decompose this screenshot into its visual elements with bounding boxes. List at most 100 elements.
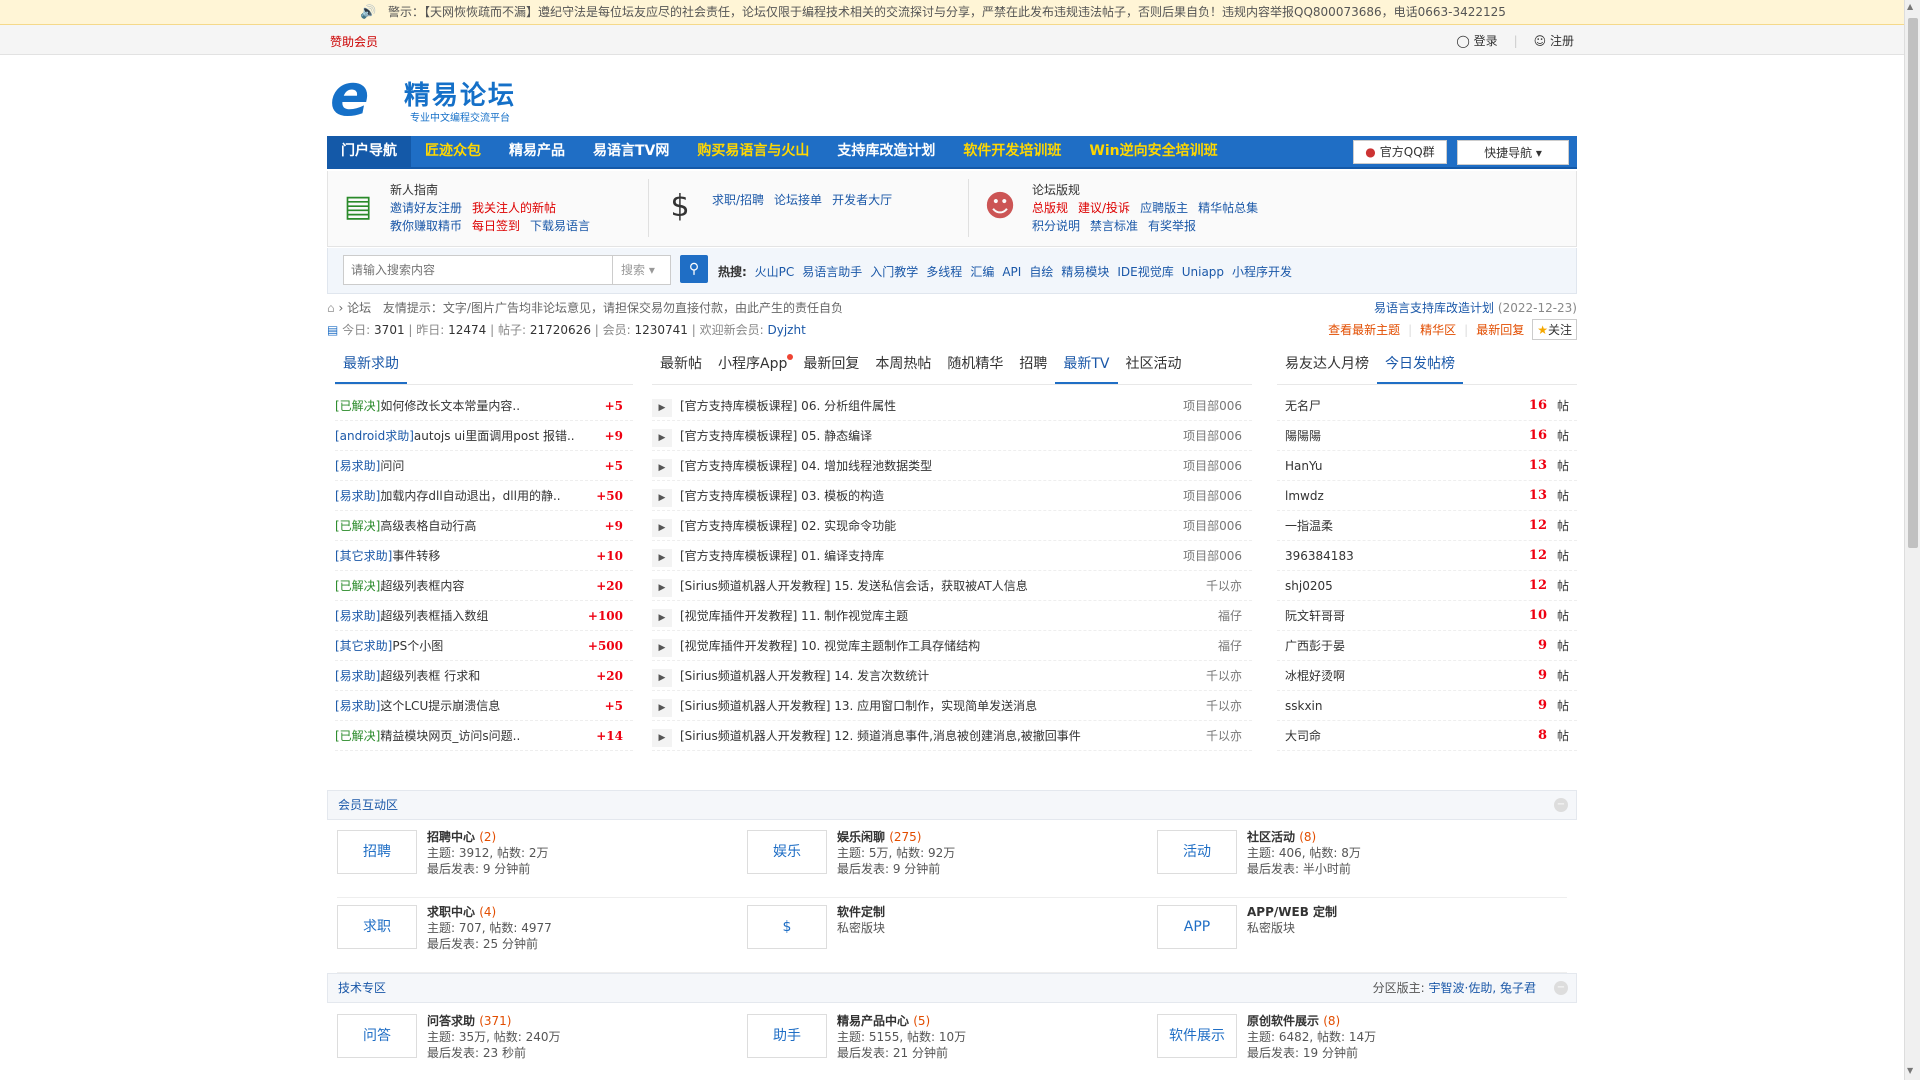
table-row[interactable]: ▶ [官方支持库模板课程] 04. 增加线程池数据类型 项目部006 xyxy=(652,451,1252,481)
user-name[interactable]: sskxin xyxy=(1285,699,1323,713)
thread-title[interactable]: 超级列表框内容 xyxy=(380,579,464,593)
hot-link[interactable]: 自绘 xyxy=(1029,265,1053,279)
thread-tag[interactable]: [其它求助] xyxy=(335,639,392,653)
thread-title[interactable]: [官方支持库模板课程] 06. 分析组件属性 xyxy=(680,399,896,413)
list-item[interactable]: [易求助]问问 +5 xyxy=(335,451,633,481)
forum-icon[interactable]: 软件展示 xyxy=(1157,1014,1237,1058)
thread-title[interactable]: PS个小图 xyxy=(392,639,443,653)
hot-link[interactable]: 多线程 xyxy=(926,265,962,279)
forum-icon[interactable]: 求职 xyxy=(337,905,417,949)
thread-tag[interactable]: [易求助] xyxy=(335,609,380,623)
follow-button[interactable]: ★关注 xyxy=(1532,319,1577,340)
list-item[interactable]: lmwdz 13 帖 xyxy=(1277,481,1577,511)
thread-author[interactable]: 千以亦 xyxy=(1206,721,1242,750)
forum-name[interactable]: 娱乐闲聊 (275) xyxy=(837,828,921,845)
table-row[interactable]: ▶ [Sirius频道机器人开发教程] 13. 应用窗口制作，实现简单发送消息 千以… xyxy=(652,691,1252,721)
thread-title[interactable]: 问问 xyxy=(380,459,404,473)
list-item[interactable]: [已解决]精益模块网页_访问s问题.. +14 xyxy=(335,721,633,751)
follow-posts-link[interactable]: 我关注人的新帖 xyxy=(472,201,556,215)
forum-card[interactable]: APP APP/WEB 定制 私密版块 xyxy=(1157,903,1557,973)
nav-item-reverse[interactable]: Win逆向安全培训班 xyxy=(1075,136,1231,167)
thread-title[interactable]: autojs ui里面调用post 报错.. xyxy=(414,429,575,443)
table-row[interactable]: ▶ [视觉库插件开发教程] 10. 视觉库主题制作工具存储结构 福仔 xyxy=(652,631,1252,661)
nav-item-lib[interactable]: 支持库改造计划 xyxy=(823,136,949,167)
forum-card[interactable]: 活动 社区活动 (8) 主题: 406, 帖数: 8万 最后发表: 半小时前 xyxy=(1157,828,1557,898)
checkin-link[interactable]: 每日签到 xyxy=(472,219,520,233)
thread-title[interactable]: 精益模块网页_访问s问题.. xyxy=(380,729,520,743)
forum-name[interactable]: 社区活动 (8) xyxy=(1247,828,1316,845)
collapse-icon[interactable]: − xyxy=(1554,981,1568,995)
list-item[interactable]: [已解决]高级表格自动行高 +9 xyxy=(335,511,633,541)
list-item[interactable]: 阮文轩哥哥 10 帖 xyxy=(1277,601,1577,631)
forum-icon[interactable]: 问答 xyxy=(337,1014,417,1058)
latest-topics-link[interactable]: 查看最新主题 xyxy=(1328,321,1400,338)
hot-link[interactable]: 易语言助手 xyxy=(802,265,862,279)
collapse-icon[interactable]: − xyxy=(1554,798,1568,812)
list-item[interactable]: [易求助]超级列表框插入数组 +100 xyxy=(335,601,633,631)
hot-link[interactable]: IDE视觉库 xyxy=(1117,265,1173,279)
list-item[interactable]: 396384183 12 帖 xyxy=(1277,541,1577,571)
hot-link[interactable]: API xyxy=(1002,265,1021,279)
tab-posts[interactable]: 招聘 xyxy=(1011,345,1055,384)
thread-tag[interactable]: [易求助] xyxy=(335,459,380,473)
forum-icon[interactable]: $ xyxy=(747,905,827,949)
rules-link[interactable]: 总版规 xyxy=(1032,201,1068,215)
table-row[interactable]: ▶ [Sirius频道机器人开发教程] 15. 发送私信会话，获取被AT人信息 千以… xyxy=(652,571,1252,601)
forum-card[interactable]: 招聘 招聘中心 (2) 主题: 3912, 帖数: 2万 最后发表: 9 分钟前 xyxy=(337,828,737,898)
scroll-down-icon[interactable]: ▼ xyxy=(1907,1066,1913,1075)
forum-card[interactable]: 问答 问答求助 (371) 主题: 35万, 帖数: 240万 最后发表: 23 秒前 xyxy=(337,1012,737,1082)
thread-title[interactable]: [视觉库插件开发教程] 11. 制作视觉库主题 xyxy=(680,609,908,623)
site-logo[interactable]: e 精易论坛 专业中文编程交流平台 xyxy=(330,66,530,127)
section-header-interaction[interactable]: 会员互动区 − xyxy=(327,790,1577,820)
list-item[interactable]: [其它求助]PS个小图 +500 xyxy=(335,631,633,661)
table-row[interactable]: ▶ [Sirius频道机器人开发教程] 12. 频道消息事件,消息被创建消息,被撤… xyxy=(652,721,1252,751)
list-item[interactable]: 陽陽陽 16 帖 xyxy=(1277,421,1577,451)
user-name[interactable]: lmwdz xyxy=(1285,489,1324,503)
report-link[interactable]: 有奖举报 xyxy=(1148,219,1196,233)
hot-link[interactable]: 火山PC xyxy=(755,265,795,279)
thread-tag[interactable]: [易求助] xyxy=(335,699,380,713)
thread-tag[interactable]: [android求助] xyxy=(335,429,414,443)
forum-icon[interactable]: 招聘 xyxy=(337,830,417,874)
user-name[interactable]: shj0205 xyxy=(1285,579,1333,593)
search-input[interactable] xyxy=(345,257,613,283)
thread-author[interactable]: 项目部006 xyxy=(1183,391,1242,420)
download-link[interactable]: 下载易语言 xyxy=(530,219,590,233)
outsource-link[interactable]: 论坛接单 xyxy=(774,193,822,207)
thread-author[interactable]: 千以亦 xyxy=(1206,691,1242,720)
hot-link[interactable]: Uniapp xyxy=(1182,265,1224,279)
thread-title[interactable]: [官方支持库模板课程] 02. 实现命令功能 xyxy=(680,519,896,533)
search-button[interactable]: ⚲ xyxy=(680,255,708,283)
forum-name[interactable]: 问答求助 (371) xyxy=(427,1012,511,1029)
thread-author[interactable]: 福仔 xyxy=(1218,631,1242,660)
table-row[interactable]: ▶ [官方支持库模板课程] 05. 静态编译 项目部006 xyxy=(652,421,1252,451)
forum-card[interactable]: 求职 求职中心 (4) 主题: 707, 帖数: 4977 最后发表: 25 分钟前 xyxy=(337,903,737,973)
forum-icon[interactable]: 娱乐 xyxy=(747,830,827,874)
home-icon[interactable]: ⌂ xyxy=(327,301,335,315)
thread-title[interactable]: [官方支持库模板课程] 05. 静态编译 xyxy=(680,429,872,443)
tab-posts[interactable]: 最新回复 xyxy=(795,345,867,384)
tab-posts[interactable]: 社区活动 xyxy=(1118,345,1190,384)
thread-title[interactable]: [Sirius频道机器人开发教程] 12. 频道消息事件,消息被创建消息,被撤回… xyxy=(680,729,1081,743)
list-item[interactable]: HanYu 13 帖 xyxy=(1277,451,1577,481)
thread-author[interactable]: 千以亦 xyxy=(1206,661,1242,690)
thread-title[interactable]: 这个LCU提示崩溃信息 xyxy=(380,699,500,713)
thread-tag[interactable]: [已解决] xyxy=(335,579,380,593)
list-item[interactable]: [已解决]如何修改长文本常量内容.. +5 xyxy=(335,391,633,421)
user-name[interactable]: 广西彭于晏 xyxy=(1285,639,1345,653)
ban-link[interactable]: 禁言标准 xyxy=(1090,219,1138,233)
thread-title[interactable]: [官方支持库模板课程] 04. 增加线程池数据类型 xyxy=(680,459,932,473)
table-row[interactable]: ▶ [官方支持库模板课程] 06. 分析组件属性 项目部006 xyxy=(652,391,1252,421)
hot-link[interactable]: 精易模块 xyxy=(1061,265,1109,279)
list-item[interactable]: sskxin 9 帖 xyxy=(1277,691,1577,721)
thread-tag[interactable]: [易求助] xyxy=(335,669,380,683)
table-row[interactable]: ▶ [官方支持库模板课程] 01. 编译支持库 项目部006 xyxy=(652,541,1252,571)
tab-posts[interactable]: 本周热帖 xyxy=(867,345,939,384)
table-row[interactable]: ▶ [Sirius频道机器人开发教程] 14. 发言次数统计 千以亦 xyxy=(652,661,1252,691)
tab-today-rank[interactable]: 今日发帖榜 xyxy=(1377,345,1463,384)
scroll-up-icon[interactable]: ▲ xyxy=(1907,2,1913,11)
thread-author[interactable]: 项目部006 xyxy=(1183,451,1242,480)
thread-tag[interactable]: [已解决] xyxy=(335,399,380,413)
forum-name[interactable]: 软件定制 xyxy=(837,903,885,920)
forum-card[interactable]: 软件展示 原创软件展示 (8) 主题: 6482, 帖数: 14万 最后发表: 19 … xyxy=(1157,1012,1557,1082)
